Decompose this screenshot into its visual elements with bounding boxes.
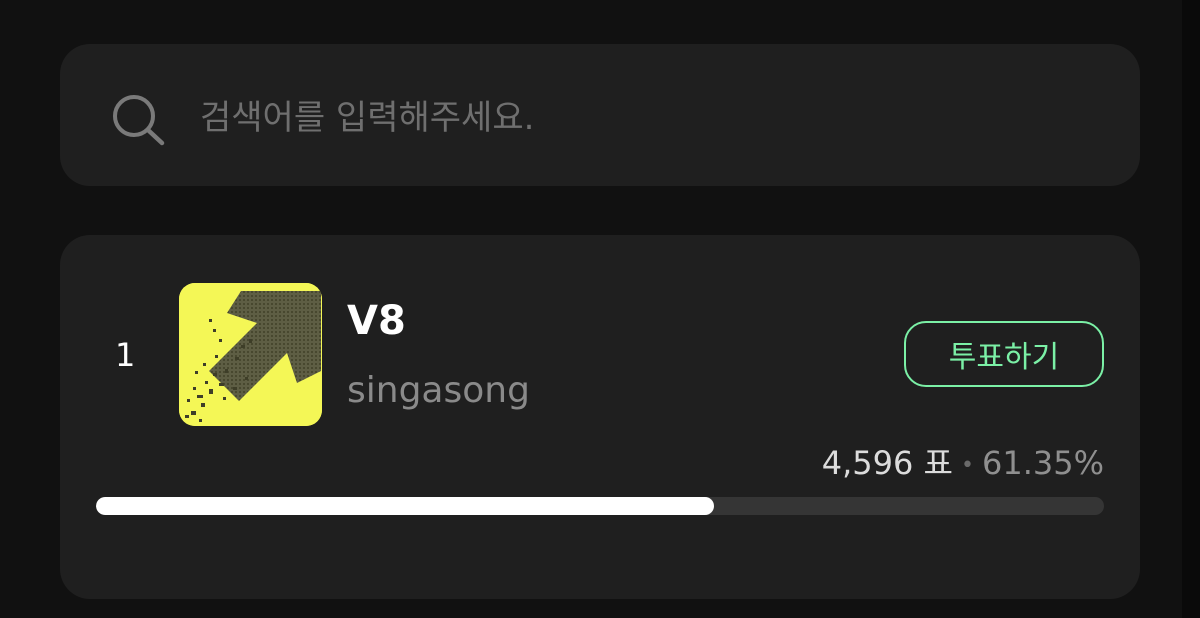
separator-dot: • — [961, 452, 974, 478]
vote-percent: 61.35% — [981, 444, 1104, 482]
vote-button[interactable]: 투표하기 — [904, 321, 1104, 387]
vote-stats: 4,596 표 • 61.35% — [822, 438, 1104, 484]
right-edge-strip — [1182, 0, 1200, 618]
album-cover[interactable] — [179, 283, 322, 426]
song-title: V8 — [347, 298, 406, 344]
vote-progress-bar — [96, 497, 1104, 515]
artist-name: singasong — [347, 370, 530, 411]
vote-progress-fill — [96, 497, 715, 515]
rank-number: 1 — [115, 336, 136, 374]
search-icon[interactable] — [110, 92, 168, 152]
search-input[interactable] — [200, 90, 1100, 146]
arrow-up-right-icon — [179, 283, 322, 426]
vote-count: 4,596 표 — [821, 444, 953, 482]
